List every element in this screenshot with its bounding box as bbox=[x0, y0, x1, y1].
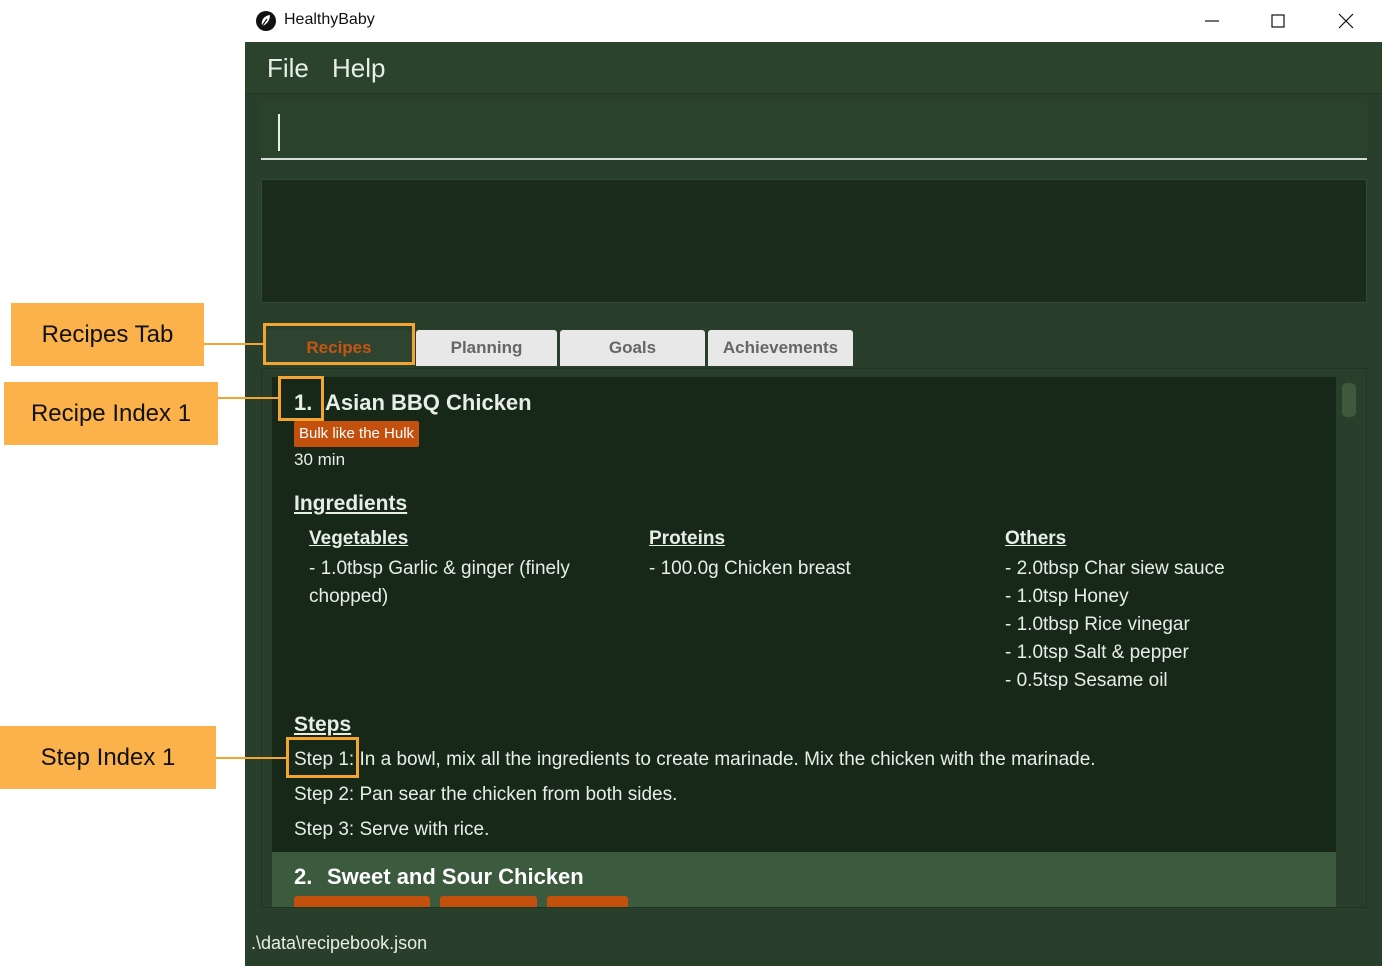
recipe-step: Step 2: Pan sear the chicken from both s… bbox=[294, 784, 678, 805]
ingredient-item: - 0.5tsp Sesame oil bbox=[1005, 670, 1168, 691]
annotation-recipes-tab: Recipes Tab bbox=[11, 303, 204, 366]
annotation-leader-line bbox=[216, 757, 286, 759]
highlight-box-recipes-tab bbox=[263, 323, 415, 365]
minimize-button[interactable] bbox=[1179, 0, 1245, 42]
maximize-icon bbox=[1271, 14, 1285, 28]
recipe-tag: Bulk like the Hulk bbox=[294, 421, 420, 447]
close-icon bbox=[1338, 13, 1354, 29]
steps-heading: Steps bbox=[294, 713, 352, 736]
annotation-leader-line bbox=[218, 397, 278, 399]
leaf-icon bbox=[256, 11, 276, 31]
recipe-step: Step 1: In a bowl, mix all the ingredien… bbox=[294, 749, 1096, 770]
app-window: HealthyBaby File Help Recipes Planning G… bbox=[245, 0, 1382, 966]
result-display bbox=[261, 179, 1367, 303]
tab-achievements[interactable]: Achievements bbox=[708, 330, 853, 366]
recipe-step: Step 3: Serve with rice. bbox=[294, 819, 490, 840]
recipe-card[interactable]: 1. Asian BBQ Chicken Bulk like the Hulk … bbox=[272, 377, 1336, 852]
maximize-button[interactable] bbox=[1245, 0, 1311, 42]
highlight-box-step-index bbox=[286, 737, 359, 778]
recipe-tag bbox=[547, 896, 628, 907]
recipe-list[interactable]: 1. Asian BBQ Chicken Bulk like the Hulk … bbox=[261, 368, 1367, 908]
ingredient-item: - 1.0tbsp Garlic & ginger (finely bbox=[309, 558, 570, 579]
title-bar[interactable]: HealthyBaby bbox=[245, 0, 1382, 42]
recipe-name: Asian BBQ Chicken bbox=[325, 390, 532, 415]
menu-file[interactable]: File bbox=[267, 53, 309, 84]
annotation-recipe-index: Recipe Index 1 bbox=[4, 382, 218, 445]
ingredients-heading: Ingredients bbox=[294, 492, 408, 515]
file-path: .\data\recipebook.json bbox=[251, 933, 428, 953]
status-bar: .\data\recipebook.json bbox=[245, 923, 1382, 966]
command-input[interactable] bbox=[261, 102, 1367, 160]
recipe-tag bbox=[440, 896, 537, 907]
window-title: HealthyBaby bbox=[284, 11, 375, 28]
ingredient-item: - 1.0tsp Salt & pepper bbox=[1005, 642, 1189, 663]
highlight-box-recipe-index bbox=[278, 376, 324, 421]
recipe-card[interactable]: 2. Sweet and Sour Chicken bbox=[272, 852, 1336, 907]
tab-planning[interactable]: Planning bbox=[416, 330, 557, 366]
recipe-time: 30 min bbox=[294, 450, 346, 469]
tab-goals[interactable]: Goals bbox=[560, 330, 705, 366]
recipe-name: Sweet and Sour Chicken bbox=[327, 864, 584, 889]
ingredient-group-title: Vegetables bbox=[309, 528, 409, 549]
close-button[interactable] bbox=[1313, 0, 1379, 42]
tab-pane: Recipes Planning Goals Achievements 1. A… bbox=[261, 322, 1367, 908]
ingredient-item: - 1.0tbsp Rice vinegar bbox=[1005, 614, 1190, 635]
ingredient-group-title: Proteins bbox=[649, 528, 726, 549]
ingredient-item: chopped) bbox=[309, 586, 389, 607]
annotation-step-index: Step Index 1 bbox=[0, 726, 216, 789]
menu-bar: File Help bbox=[245, 42, 1382, 94]
ingredient-item: - 100.0g Chicken breast bbox=[649, 558, 851, 579]
screenshot-root: HealthyBaby File Help Recipes Planning G… bbox=[0, 0, 1382, 966]
annotation-leader-line bbox=[204, 343, 265, 345]
recipe-tag bbox=[294, 896, 430, 907]
ingredient-item: - 2.0tbsp Char siew sauce bbox=[1005, 558, 1225, 579]
menu-help[interactable]: Help bbox=[332, 53, 385, 84]
app-content: File Help Recipes Planning Goals Achieve… bbox=[245, 42, 1382, 966]
ingredient-group-title: Others bbox=[1005, 528, 1067, 549]
minimize-icon bbox=[1205, 20, 1219, 22]
text-caret bbox=[278, 114, 280, 151]
scrollbar-thumb[interactable] bbox=[1342, 383, 1356, 417]
ingredient-item: - 1.0tsp Honey bbox=[1005, 586, 1129, 607]
recipe-index: 2. bbox=[294, 864, 313, 889]
